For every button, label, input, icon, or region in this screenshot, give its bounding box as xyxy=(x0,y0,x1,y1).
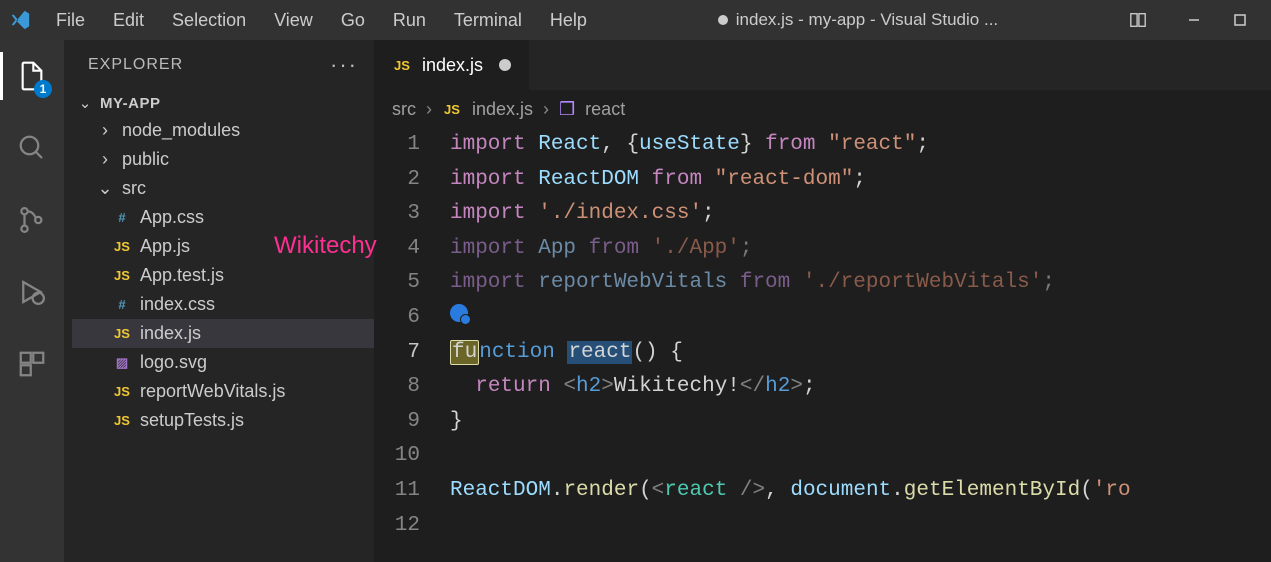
menu-help[interactable]: Help xyxy=(536,4,601,37)
tree-file[interactable]: # App.css xyxy=(72,203,374,232)
tree-label: src xyxy=(122,178,146,199)
chevron-right-icon: › xyxy=(96,151,114,169)
tree-file[interactable]: JS setupTests.js xyxy=(72,406,374,435)
sidebar-header: EXPLORER ··· xyxy=(64,40,374,90)
chevron-right-icon: › xyxy=(543,99,549,120)
breadcrumbs[interactable]: src › JS index.js › ❒ react xyxy=(374,90,1271,128)
tree-label: node_modules xyxy=(122,120,240,141)
tree-label: reportWebVitals.js xyxy=(140,381,285,402)
menu-bar: File Edit Selection View Go Run Terminal… xyxy=(42,4,601,37)
code-lines[interactable]: import React, {useState} from "react"; i… xyxy=(438,128,1271,543)
tree-label: setupTests.js xyxy=(140,410,244,431)
css-file-icon: # xyxy=(112,297,132,312)
window-controls xyxy=(1171,0,1263,40)
tree-label: App.js xyxy=(140,236,190,257)
line-gutter: 123456789101112 xyxy=(374,128,438,543)
activity-bar: 1 xyxy=(0,40,64,562)
js-file-icon: JS xyxy=(112,384,132,399)
breadcrumb-folder[interactable]: src xyxy=(392,99,416,120)
js-file-icon: JS xyxy=(112,268,132,283)
cursor-position: fu xyxy=(450,340,479,365)
menu-edit[interactable]: Edit xyxy=(99,4,158,37)
editor-area: JS index.js src › JS index.js › ❒ react … xyxy=(374,40,1271,562)
file-tree: › node_modules › public ⌄ src # App.css JS Ap… xyxy=(64,116,374,435)
tree-folder-src[interactable]: ⌄ src xyxy=(72,174,374,203)
code-editor[interactable]: 123456789101112 import React, {useState}… xyxy=(374,128,1271,543)
js-file-icon: JS xyxy=(112,326,132,341)
dirty-indicator-icon xyxy=(718,15,728,25)
tree-file-active[interactable]: JS index.js xyxy=(72,319,374,348)
tree-label: index.css xyxy=(140,294,215,315)
menu-run[interactable]: Run xyxy=(379,4,440,37)
chevron-right-icon: › xyxy=(426,99,432,120)
folder-root[interactable]: ⌄ MY-APP xyxy=(64,90,374,116)
css-file-icon: # xyxy=(112,210,132,225)
vscode-logo-icon xyxy=(8,8,32,32)
activity-extensions[interactable] xyxy=(8,340,56,388)
window-title-text: index.js - my-app - Visual Studio ... xyxy=(736,10,998,30)
js-file-icon: JS xyxy=(112,239,132,254)
tree-file[interactable]: JS App.test.js xyxy=(72,261,374,290)
tree-label: index.js xyxy=(140,323,201,344)
activity-source-control[interactable] xyxy=(8,196,56,244)
chevron-down-icon: ⌄ xyxy=(96,180,114,198)
maximize-button[interactable] xyxy=(1217,0,1263,40)
tab-dirty-icon xyxy=(499,59,511,71)
tree-file[interactable]: # index.css xyxy=(72,290,374,319)
activity-search[interactable] xyxy=(8,124,56,172)
activity-explorer[interactable]: 1 xyxy=(8,52,56,100)
sidebar: EXPLORER ··· ⌄ MY-APP › node_modules › pub… xyxy=(64,40,374,562)
menu-go[interactable]: Go xyxy=(327,4,379,37)
menu-file[interactable]: File xyxy=(42,4,99,37)
js-file-icon: JS xyxy=(112,413,132,428)
js-file-icon: JS xyxy=(442,102,462,117)
breadcrumb-symbol[interactable]: react xyxy=(585,99,625,120)
tree-file[interactable]: JS reportWebVitals.js xyxy=(72,377,374,406)
tab-bar: JS index.js xyxy=(374,40,1271,90)
menu-selection[interactable]: Selection xyxy=(158,4,260,37)
svg-file-icon: ▨ xyxy=(112,355,132,371)
tree-label: logo.svg xyxy=(140,352,207,373)
tree-folder-node_modules[interactable]: › node_modules xyxy=(72,116,374,145)
sidebar-more-button[interactable]: ··· xyxy=(330,52,358,78)
title-bar: File Edit Selection View Go Run Terminal… xyxy=(0,0,1271,40)
folder-root-label: MY-APP xyxy=(100,95,161,112)
chevron-right-icon: › xyxy=(96,122,114,140)
sidebar-title: EXPLORER xyxy=(88,56,183,74)
tab-label: index.js xyxy=(422,55,483,76)
menu-terminal[interactable]: Terminal xyxy=(440,4,536,37)
activity-debug[interactable] xyxy=(8,268,56,316)
tab-index-js[interactable]: JS index.js xyxy=(374,40,529,90)
chevron-down-icon: ⌄ xyxy=(76,94,94,112)
tree-file[interactable]: ▨ logo.svg xyxy=(72,348,374,377)
watermark-text: Wikitechy xyxy=(274,232,377,260)
breadcrumb-file[interactable]: index.js xyxy=(472,99,533,120)
tree-label: App.css xyxy=(140,207,204,228)
lightbulb-icon[interactable] xyxy=(450,304,468,322)
menu-view[interactable]: View xyxy=(260,4,327,37)
panel-layout-button[interactable] xyxy=(1115,0,1161,40)
tree-label: App.test.js xyxy=(140,265,224,286)
symbol-icon: ❒ xyxy=(559,99,575,120)
explorer-badge: 1 xyxy=(34,80,52,98)
tree-label: public xyxy=(122,149,169,170)
js-file-icon: JS xyxy=(392,58,412,73)
window-title: index.js - my-app - Visual Studio ... xyxy=(611,10,1105,30)
tree-folder-public[interactable]: › public xyxy=(72,145,374,174)
minimize-button[interactable] xyxy=(1171,0,1217,40)
